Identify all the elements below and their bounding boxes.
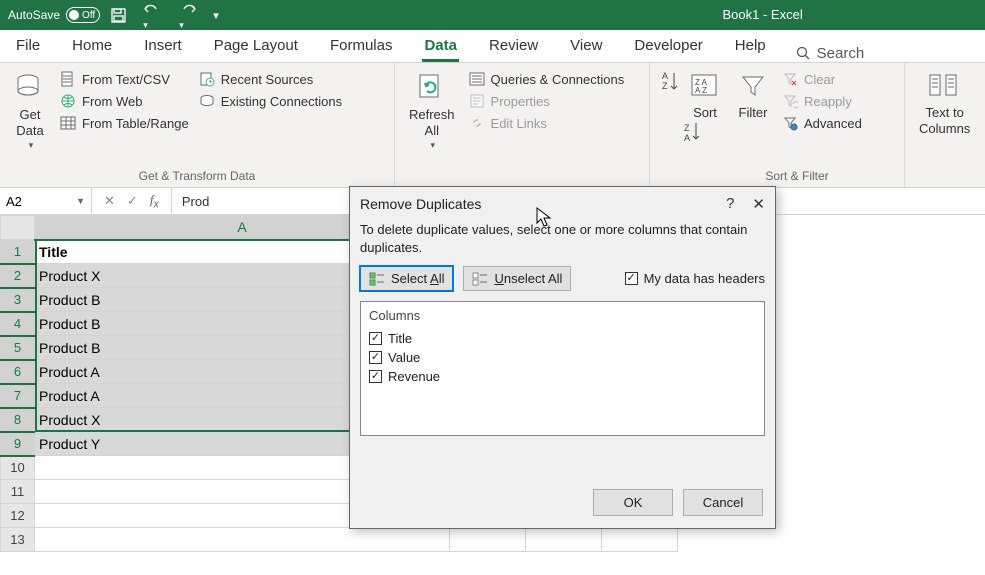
sort-za-icon: ZA — [682, 121, 702, 143]
cancel-button[interactable]: Cancel — [683, 489, 763, 516]
tab-home[interactable]: Home — [70, 33, 114, 62]
reapply-icon — [782, 93, 798, 109]
enter-icon[interactable]: ✓ — [127, 193, 138, 209]
advanced-filter-button[interactable]: Advanced — [782, 113, 862, 133]
my-data-has-headers-checkbox[interactable]: ✓ My data has headers — [625, 271, 765, 286]
text-to-columns-button[interactable]: Text to Columns — [915, 69, 974, 138]
tab-data[interactable]: Data — [422, 33, 459, 62]
unselect-all-icon — [472, 272, 488, 286]
svg-text:A: A — [684, 133, 690, 143]
group-label: Get & Transform Data — [10, 165, 384, 185]
get-data-button[interactable]: Get Data▾ — [10, 69, 50, 153]
close-icon[interactable]: ✕ — [752, 195, 765, 213]
name-box[interactable]: A2▼ — [0, 188, 92, 214]
cancel-icon[interactable]: ✕ — [104, 193, 115, 209]
fx-icon[interactable]: fx — [150, 192, 159, 211]
svg-text:A: A — [662, 71, 668, 81]
refresh-icon — [416, 71, 448, 103]
from-web-button[interactable]: From Web — [60, 91, 189, 111]
tell-me-search[interactable]: Search — [796, 45, 865, 62]
properties-button: Properties — [469, 91, 625, 111]
remove-duplicates-dialog: Remove Duplicates ? ✕ To delete duplicat… — [349, 186, 776, 529]
connections-icon — [199, 93, 215, 109]
autosave-toggle[interactable]: AutoSave Off — [8, 7, 100, 23]
tab-page-layout[interactable]: Page Layout — [212, 33, 300, 62]
tab-insert[interactable]: Insert — [142, 33, 184, 62]
tab-help[interactable]: Help — [733, 33, 768, 62]
properties-icon — [469, 93, 485, 109]
select-all-button[interactable]: Select All — [360, 266, 453, 291]
from-text-csv-button[interactable]: From Text/CSV — [60, 69, 189, 89]
redo-icon[interactable]: ▾ — [177, 0, 199, 31]
svg-text:Z: Z — [684, 123, 690, 133]
sort-za-button[interactable]: ZA — [682, 121, 702, 145]
list-icon — [469, 71, 485, 87]
clear-icon — [782, 71, 798, 87]
dialog-title: Remove Duplicates — [360, 196, 481, 212]
svg-text:A Z: A Z — [695, 86, 707, 95]
filter-button[interactable]: Filter — [734, 69, 772, 145]
reapply-button: Reapply — [782, 91, 862, 111]
column-checkbox[interactable]: ✓Revenue — [369, 367, 756, 386]
database-icon — [14, 71, 46, 103]
from-table-button[interactable]: From Table/Range — [60, 113, 189, 133]
title-bar: AutoSave Off ▾ ▾ ▾ Book1 - Excel — [0, 0, 985, 30]
unselect-all-button[interactable]: Unselect All — [463, 266, 571, 291]
recent-icon — [199, 71, 215, 87]
sort-icon: Z AA Z — [690, 71, 720, 101]
help-icon[interactable]: ? — [726, 195, 734, 213]
tab-view[interactable]: View — [568, 33, 604, 62]
ribbon: Get Data▾ From Text/CSV From Web From Ta… — [0, 63, 985, 188]
clear-filter-button: Clear — [782, 69, 862, 89]
existing-connections-button[interactable]: Existing Connections — [199, 91, 342, 111]
select-all-icon — [369, 272, 385, 286]
formula-input[interactable]: Prod — [172, 194, 219, 209]
edit-links-button: Edit Links — [469, 113, 625, 133]
tab-file[interactable]: File — [14, 33, 42, 62]
table-icon — [60, 115, 76, 131]
tab-developer[interactable]: Developer — [632, 33, 704, 62]
sort-az-button[interactable]: AZ — [660, 69, 680, 123]
menu-bar: File Home Insert Page Layout Formulas Da… — [0, 30, 985, 63]
sort-az-icon: AZ — [660, 69, 680, 95]
table-row[interactable]: 13 — [1, 528, 678, 552]
qat-customize-icon[interactable]: ▾ — [213, 9, 219, 22]
column-checkbox[interactable]: ✓Title — [369, 329, 756, 348]
cell[interactable] — [526, 528, 602, 552]
refresh-all-button[interactable]: Refresh All▾ — [405, 69, 459, 153]
globe-icon — [60, 93, 76, 109]
columns-list: Columns ✓Title✓Value✓Revenue — [360, 301, 765, 436]
svg-text:Z: Z — [662, 81, 668, 91]
ok-button[interactable]: OK — [593, 489, 673, 516]
cell[interactable] — [602, 528, 678, 552]
funnel-icon — [738, 71, 768, 101]
group-label: Sort & Filter — [660, 165, 894, 185]
cell[interactable] — [450, 528, 526, 552]
cell[interactable] — [35, 528, 450, 552]
recent-sources-button[interactable]: Recent Sources — [199, 69, 342, 89]
search-icon — [796, 46, 811, 61]
window-title: Book1 - Excel — [723, 7, 803, 22]
sort-button[interactable]: Z AA ZSort — [686, 69, 724, 123]
tab-formulas[interactable]: Formulas — [328, 33, 395, 62]
undo-icon[interactable]: ▾ — [141, 0, 163, 31]
save-icon[interactable] — [110, 7, 127, 24]
autosave-label: AutoSave — [8, 8, 60, 22]
link-icon — [469, 115, 485, 131]
file-icon — [60, 71, 76, 87]
text-to-columns-icon — [928, 71, 962, 101]
advanced-icon — [782, 115, 798, 131]
columns-header: Columns — [369, 306, 756, 329]
tab-review[interactable]: Review — [487, 33, 540, 62]
column-checkbox[interactable]: ✓Value — [369, 348, 756, 367]
queries-connections-button[interactable]: Queries & Connections — [469, 69, 625, 89]
dialog-instruction: To delete duplicate values, select one o… — [350, 217, 775, 266]
